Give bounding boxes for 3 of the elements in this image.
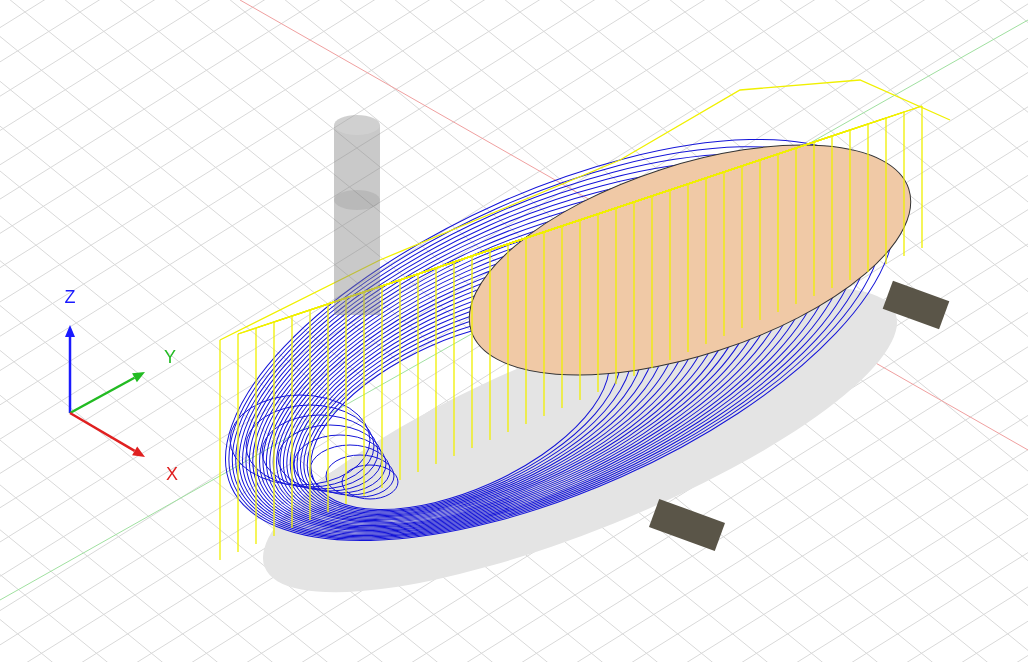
axis-label: Z	[64, 286, 76, 307]
axis-label: Y	[164, 346, 176, 367]
axis-label: X	[166, 463, 178, 484]
